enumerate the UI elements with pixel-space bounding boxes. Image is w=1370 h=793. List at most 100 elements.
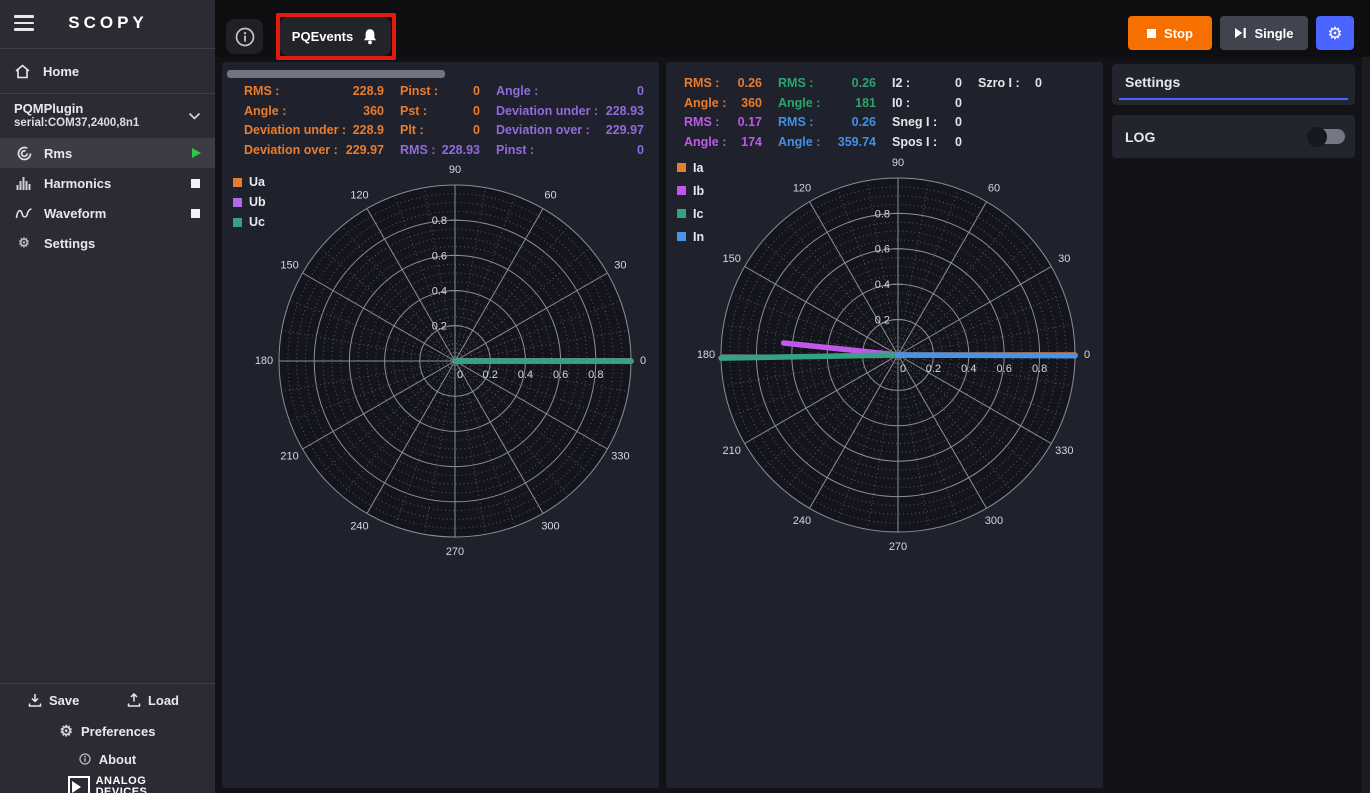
svg-text:150: 150 bbox=[723, 253, 741, 265]
svg-text:60: 60 bbox=[544, 189, 556, 201]
svg-text:0: 0 bbox=[457, 369, 463, 381]
sidebar-item-rms[interactable]: Rms bbox=[0, 138, 215, 168]
scopy-window: SCOPY Home PQMPlugin serial:COM37,2400,8… bbox=[0, 0, 1370, 793]
waveform-label: Waveform bbox=[44, 206, 106, 221]
svg-text:0.8: 0.8 bbox=[432, 215, 447, 227]
voltage-phasor-panel: RMS :228.9Angle :360Deviation under :228… bbox=[222, 62, 659, 788]
rms-icon bbox=[14, 145, 34, 162]
polar-chart-svg: 03060901201501802102402703003300.20.40.6… bbox=[222, 62, 659, 788]
sidebar-plugin-header[interactable]: PQMPlugin serial:COM37,2400,8n1 bbox=[0, 94, 215, 138]
current-polar-plot[interactable]: 03060901201501802102402703003300.20.40.6… bbox=[666, 62, 1103, 788]
adi-triangle-icon bbox=[68, 776, 90, 793]
save-icon bbox=[28, 693, 42, 707]
svg-text:0.2: 0.2 bbox=[875, 315, 890, 327]
sidebar: SCOPY Home PQMPlugin serial:COM37,2400,8… bbox=[0, 0, 215, 793]
log-toggle[interactable] bbox=[1309, 129, 1345, 144]
toggle-knob[interactable] bbox=[1307, 127, 1327, 147]
svg-text:0.8: 0.8 bbox=[1032, 363, 1047, 375]
gear-icon: ⚙ bbox=[60, 722, 73, 740]
svg-text:270: 270 bbox=[889, 541, 907, 553]
svg-text:300: 300 bbox=[541, 520, 559, 532]
settings-panel-card: Settings bbox=[1112, 64, 1355, 105]
load-icon bbox=[127, 693, 141, 707]
svg-text:0.2: 0.2 bbox=[483, 369, 498, 381]
svg-text:0.2: 0.2 bbox=[926, 363, 941, 375]
chevron-down-icon[interactable] bbox=[188, 112, 201, 120]
stop-button[interactable]: Stop bbox=[1128, 16, 1212, 50]
home-icon bbox=[14, 64, 31, 79]
harmonics-label: Harmonics bbox=[44, 176, 111, 191]
scrollbar-track[interactable] bbox=[1362, 57, 1370, 793]
gear-icon: ⚙ bbox=[14, 235, 34, 251]
stopped-indicator-icon[interactable] bbox=[191, 179, 200, 188]
single-label: Single bbox=[1254, 26, 1293, 41]
accent-underline bbox=[1119, 98, 1348, 100]
svg-text:0: 0 bbox=[900, 363, 906, 375]
single-button[interactable]: Single bbox=[1220, 16, 1308, 50]
harmonics-icon bbox=[14, 176, 34, 190]
settings-panel-title: Settings bbox=[1112, 64, 1355, 90]
phasor-ic bbox=[721, 355, 898, 358]
svg-text:0.6: 0.6 bbox=[875, 244, 890, 256]
waveform-icon bbox=[14, 207, 34, 220]
save-button[interactable]: Save bbox=[28, 693, 79, 708]
svg-text:270: 270 bbox=[446, 546, 464, 558]
svg-text:240: 240 bbox=[350, 520, 368, 532]
top-toolbar: PQEvents Stop Single ⚙ bbox=[215, 0, 1370, 57]
svg-text:330: 330 bbox=[1055, 445, 1073, 457]
home-label: Home bbox=[43, 64, 79, 79]
pqevents-button[interactable]: PQEvents bbox=[280, 17, 391, 56]
settings-label: Settings bbox=[44, 236, 95, 251]
log-label: LOG bbox=[1125, 129, 1155, 145]
load-button[interactable]: Load bbox=[127, 693, 179, 708]
analog-devices-logo: ANALOG DEVICES bbox=[0, 776, 215, 793]
sidebar-item-settings[interactable]: ⚙ Settings bbox=[0, 228, 215, 258]
menu-toggle-icon[interactable] bbox=[14, 15, 34, 31]
single-run-icon bbox=[1234, 27, 1247, 39]
sidebar-item-home[interactable]: Home bbox=[0, 49, 215, 93]
stopped-indicator-icon[interactable] bbox=[191, 209, 200, 218]
log-card: LOG bbox=[1112, 115, 1355, 158]
svg-text:0.4: 0.4 bbox=[432, 286, 447, 298]
svg-text:30: 30 bbox=[614, 259, 626, 271]
svg-text:180: 180 bbox=[255, 355, 273, 367]
svg-text:210: 210 bbox=[723, 445, 741, 457]
svg-text:120: 120 bbox=[793, 183, 811, 195]
plugin-uri: serial:COM37,2400,8n1 bbox=[14, 117, 215, 129]
svg-text:0.6: 0.6 bbox=[997, 363, 1012, 375]
svg-text:300: 300 bbox=[985, 515, 1003, 527]
svg-text:210: 210 bbox=[280, 450, 298, 462]
svg-text:0.8: 0.8 bbox=[875, 208, 890, 220]
polar-chart-svg: 03060901201501802102402703003300.20.40.6… bbox=[666, 62, 1103, 788]
svg-text:180: 180 bbox=[697, 349, 715, 361]
svg-text:240: 240 bbox=[793, 515, 811, 527]
plot-settings-button[interactable]: ⚙ bbox=[1316, 16, 1354, 50]
pqevents-label: PQEvents bbox=[292, 29, 353, 44]
info-icon bbox=[79, 753, 91, 765]
svg-text:0: 0 bbox=[640, 355, 646, 367]
sidebar-item-waveform[interactable]: Waveform bbox=[0, 198, 215, 228]
svg-text:90: 90 bbox=[449, 164, 461, 176]
info-button[interactable] bbox=[226, 19, 263, 54]
bell-icon bbox=[361, 28, 379, 46]
info-icon bbox=[234, 26, 256, 48]
phasor-in bbox=[898, 355, 1075, 356]
svg-text:60: 60 bbox=[988, 183, 1000, 195]
svg-text:90: 90 bbox=[892, 157, 904, 169]
running-indicator-icon[interactable] bbox=[192, 148, 201, 158]
svg-text:0.8: 0.8 bbox=[588, 369, 603, 381]
svg-text:0.2: 0.2 bbox=[432, 321, 447, 333]
svg-text:0.6: 0.6 bbox=[432, 250, 447, 262]
plugin-name: PQMPlugin bbox=[14, 101, 215, 116]
scopy-logo: SCOPY bbox=[48, 13, 168, 33]
stop-icon bbox=[1147, 29, 1156, 38]
current-phasor-panel: RMS :0.26Angle :360RMS :0.17Angle :174RM… bbox=[666, 62, 1103, 788]
gear-icon: ⚙ bbox=[1327, 25, 1342, 42]
rms-label: Rms bbox=[44, 146, 72, 161]
preferences-button[interactable]: ⚙ Preferences bbox=[0, 716, 215, 746]
about-button[interactable]: About bbox=[0, 746, 215, 772]
svg-text:0.4: 0.4 bbox=[961, 363, 976, 375]
sidebar-item-harmonics[interactable]: Harmonics bbox=[0, 168, 215, 198]
voltage-polar-plot[interactable]: 03060901201501802102402703003300.20.40.6… bbox=[222, 62, 659, 788]
svg-text:120: 120 bbox=[350, 189, 368, 201]
